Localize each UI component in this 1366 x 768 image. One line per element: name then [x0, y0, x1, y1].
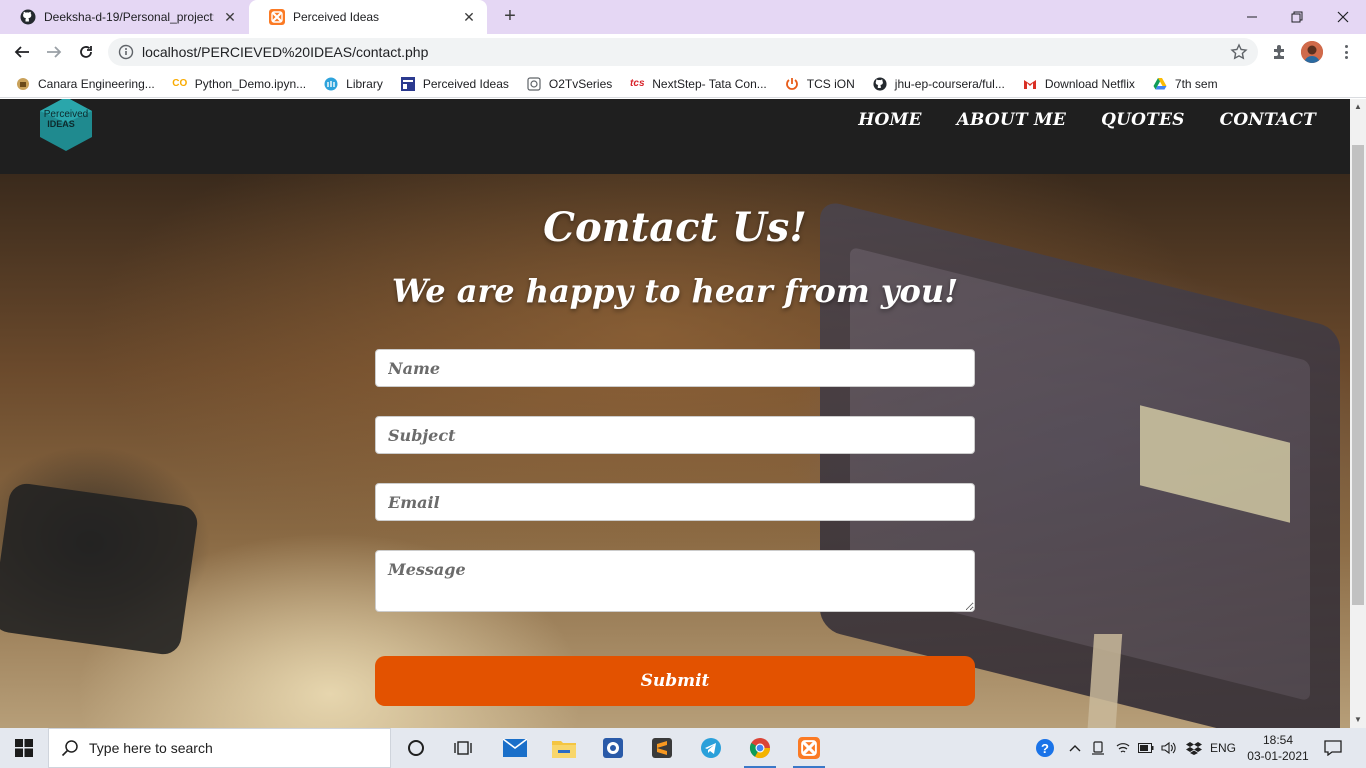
sublime-text-icon[interactable] [642, 732, 682, 764]
volume-icon[interactable] [1160, 728, 1178, 768]
gmail-icon [1023, 77, 1037, 91]
search-icon [61, 739, 79, 757]
site-info-icon[interactable] [118, 44, 134, 60]
github-icon [873, 76, 887, 91]
tab-title: Deeksha-d-19/Personal_project: M [44, 10, 214, 24]
search-placeholder: Type here to search [89, 740, 213, 756]
nav-about-me[interactable]: ABOUT ME [957, 110, 1066, 130]
github-icon [20, 9, 36, 25]
dropbox-icon[interactable] [1184, 728, 1204, 768]
bookmark-item[interactable]: CO Python_Demo.ipyn... [172, 77, 306, 91]
page-viewport: Perceived IDEAS HOME ABOUT ME QUOTES CON… [0, 99, 1350, 728]
tcs-ion-icon [785, 77, 799, 91]
notifications-icon[interactable] [1320, 728, 1346, 768]
site-logo[interactable]: Perceived IDEAS [38, 99, 94, 153]
control-panel-icon[interactable] [593, 732, 633, 764]
contact-section: Contact Us! We are happy to hear from yo… [0, 174, 1350, 728]
scroll-thumb[interactable] [1352, 145, 1364, 605]
xampp-icon [269, 9, 285, 25]
email-input[interactable] [375, 483, 975, 521]
extensions-icon[interactable] [1270, 43, 1288, 61]
taskbar-search[interactable]: Type here to search [48, 728, 391, 768]
site-icon [400, 76, 415, 91]
battery-icon[interactable] [1137, 728, 1155, 768]
bookmark-item[interactable]: TCS iON [785, 77, 855, 91]
minimize-icon[interactable] [1229, 0, 1275, 34]
bookmark-item[interactable]: Download Netflix [1023, 77, 1135, 91]
windows-taskbar: Type here to search ? ENG 18:54 03-01-20… [0, 728, 1366, 768]
nav-contact[interactable]: CONTACT [1220, 110, 1316, 130]
telegram-icon[interactable] [691, 732, 731, 764]
svg-text:?: ? [1041, 741, 1049, 756]
tab-title: Perceived Ideas [293, 10, 380, 24]
wifi-icon[interactable] [1114, 728, 1132, 768]
tab-strip: Deeksha-d-19/Personal_project: M ✕ Perce… [0, 0, 1366, 34]
close-tab-icon[interactable]: ✕ [461, 9, 477, 25]
profile-avatar[interactable] [1301, 41, 1323, 63]
help-icon[interactable]: ? [1034, 728, 1056, 768]
clock-date: 03-01-2021 [1247, 749, 1309, 763]
bookmark-item[interactable]: jhu-ep-coursera/ful... [873, 77, 1005, 91]
tcs-icon: tcs [630, 78, 645, 89]
url-text: localhost/PERCIEVED%20IDEAS/contact.php [142, 44, 429, 60]
clock-time: 18:54 [1262, 733, 1294, 747]
restore-icon[interactable] [1274, 0, 1320, 34]
cortana-icon[interactable] [396, 732, 436, 764]
new-tab-icon[interactable]: + [499, 6, 521, 28]
close-tab-icon[interactable]: ✕ [222, 9, 238, 25]
college-icon [16, 77, 30, 91]
forward-icon[interactable] [42, 40, 66, 64]
tab-github[interactable]: Deeksha-d-19/Personal_project: M ✕ [0, 0, 248, 34]
page-scrollbar[interactable]: ▲ ▼ [1350, 99, 1366, 728]
subject-input[interactable] [375, 416, 975, 454]
back-icon[interactable] [10, 40, 34, 64]
bookmark-item[interactable]: Library [324, 77, 383, 91]
site-navbar: Perceived IDEAS HOME ABOUT ME QUOTES CON… [0, 99, 1350, 174]
task-view-icon[interactable] [443, 732, 483, 764]
language-indicator[interactable]: ENG [1208, 728, 1238, 768]
o2-icon [527, 76, 541, 91]
windows-start-icon[interactable] [0, 728, 48, 768]
browser-menu-icon[interactable] [1337, 43, 1355, 61]
colab-icon: CO [172, 78, 188, 89]
taskbar-clock[interactable]: 18:54 03-01-2021 [1242, 732, 1314, 764]
browser-toolbar: localhost/PERCIEVED%20IDEAS/contact.php [0, 34, 1366, 70]
nav-menu: HOME ABOUT ME QUOTES CONTACT [823, 110, 1316, 130]
device-icon[interactable] [1089, 728, 1107, 768]
file-explorer-icon[interactable] [544, 732, 584, 764]
address-bar[interactable]: localhost/PERCIEVED%20IDEAS/contact.php [108, 38, 1258, 66]
close-window-icon[interactable] [1320, 0, 1366, 34]
bookmark-item[interactable]: tcs NextStep- Tata Con... [630, 77, 767, 91]
library-icon [324, 77, 338, 91]
mail-icon[interactable] [495, 732, 535, 764]
nav-home[interactable]: HOME [858, 110, 921, 130]
page-title: Contact Us! [543, 204, 807, 251]
bookmark-item[interactable]: O2TvSeries [527, 77, 612, 91]
submit-button[interactable]: Submit [375, 656, 975, 706]
drive-icon [1153, 77, 1167, 91]
message-textarea[interactable] [375, 550, 975, 612]
bookmark-item[interactable]: 7th sem [1153, 77, 1218, 91]
scroll-down-icon[interactable]: ▼ [1350, 712, 1366, 728]
bookmark-star-icon[interactable] [1230, 43, 1248, 61]
bookmarks-bar: Canara Engineering... CO Python_Demo.ipy… [0, 70, 1366, 98]
name-input[interactable] [375, 349, 975, 387]
scroll-up-icon[interactable]: ▲ [1350, 99, 1366, 115]
reload-icon[interactable] [74, 40, 98, 64]
chevron-up-icon[interactable] [1066, 728, 1084, 768]
bookmark-item[interactable]: Canara Engineering... [16, 77, 155, 91]
bookmark-item[interactable]: Perceived Ideas [400, 76, 509, 91]
nav-quotes[interactable]: QUOTES [1101, 110, 1185, 130]
xampp-icon[interactable] [789, 732, 829, 768]
tab-perceived-ideas[interactable]: Perceived Ideas ✕ [249, 0, 487, 34]
svg-text:IDEAS: IDEAS [47, 119, 75, 129]
chrome-icon[interactable] [740, 732, 780, 768]
page-subtitle: We are happy to hear from you! [391, 272, 959, 310]
